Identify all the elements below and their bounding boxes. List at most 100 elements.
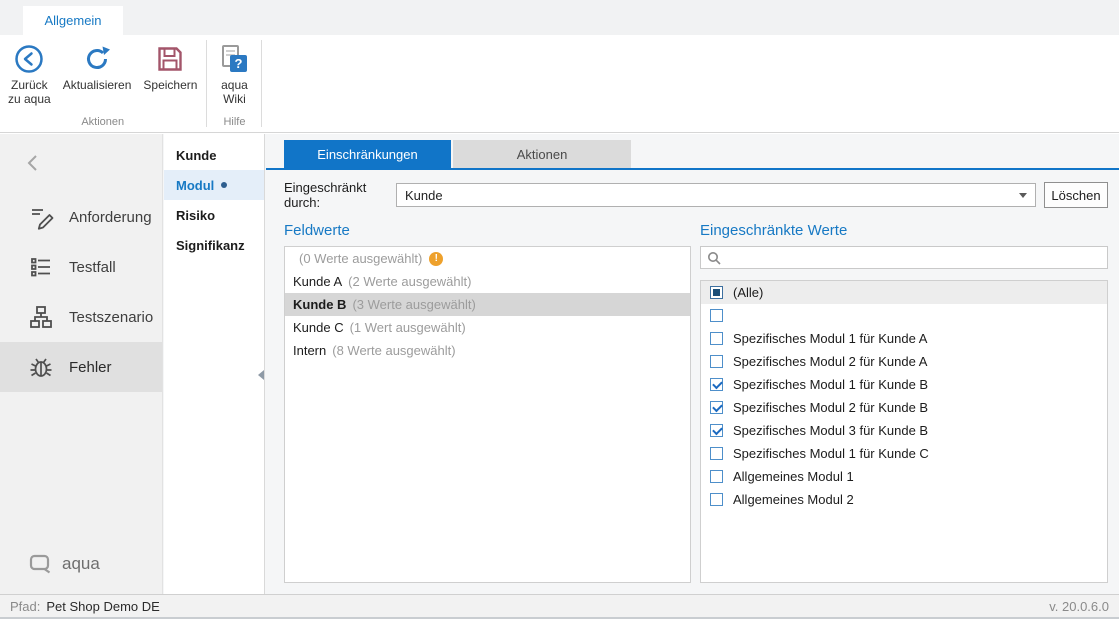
sidebar-item-fehler[interactable]: Fehler	[0, 342, 162, 392]
tab-allgemein[interactable]: Allgemein	[23, 6, 123, 35]
field-nav-item-kunde[interactable]: Kunde	[164, 140, 264, 170]
checkbox[interactable]	[710, 332, 723, 345]
werte-row[interactable]: Spezifisches Modul 2 für Kunde B	[701, 396, 1107, 419]
checkbox[interactable]	[710, 424, 723, 437]
main-area: Anforderung Testfall	[0, 134, 1119, 594]
werte-row[interactable]: Spezifisches Modul 1 für Kunde B	[701, 373, 1107, 396]
restricted-by-label: Eingeschränkt durch:	[284, 180, 396, 210]
feldwerte-count: (2 Werte ausgewählt)	[348, 274, 471, 289]
tab-strip: Einschränkungen Aktionen	[266, 140, 1119, 170]
feldwerte-name: Intern	[293, 343, 326, 358]
delete-button[interactable]: Löschen	[1044, 182, 1108, 208]
checkbox[interactable]	[710, 447, 723, 460]
refresh-button[interactable]: Aktualisieren	[57, 37, 138, 106]
save-button[interactable]: Speichern	[137, 37, 203, 106]
ribbon-group-aktionen: Zurückzu aqua Aktualisieren	[0, 35, 205, 132]
feldwerte-name: Kunde A	[293, 274, 342, 289]
checkbox[interactable]	[710, 493, 723, 506]
field-nav-label: Signifikanz	[176, 238, 245, 253]
ribbon-group-label-hilfe: Hilfe	[210, 116, 258, 132]
werte-label: Spezifisches Modul 3 für Kunde B	[733, 423, 928, 438]
svg-text:?: ?	[235, 56, 243, 71]
restricted-by-combobox[interactable]: Kunde	[396, 183, 1036, 207]
sidebar-item-label: Anforderung	[69, 209, 152, 226]
sidebar-item-testfall[interactable]: Testfall	[0, 242, 162, 292]
werte-label: Allgemeines Modul 1	[733, 469, 854, 484]
status-bar: Pfad: Pet Shop Demo DE v. 20.0.6.0	[0, 594, 1119, 619]
help-wiki-icon: ?	[217, 42, 251, 76]
refresh-icon	[80, 42, 114, 76]
requirement-pencil-icon	[28, 204, 54, 230]
field-nav-item-signifikanz[interactable]: Signifikanz	[164, 230, 264, 260]
checkbox[interactable]	[710, 378, 723, 391]
restriction-row: Eingeschränkt durch: Kunde Löschen	[284, 182, 1108, 208]
field-nav-item-modul[interactable]: Modul	[164, 170, 264, 200]
werte-row[interactable]	[701, 304, 1107, 327]
back-to-aqua-button[interactable]: Zurückzu aqua	[2, 37, 57, 106]
numbered-list-icon	[28, 254, 54, 280]
werte-label: Spezifisches Modul 1 für Kunde A	[733, 331, 927, 346]
ribbon-group-label-aktionen: Aktionen	[2, 116, 203, 132]
save-button-label: Speichern	[143, 78, 197, 106]
werte-panel: Eingeschränkte Werte (Alle) Spez	[700, 222, 1108, 583]
feldwerte-panel: Feldwerte (0 Werte ausgewählt) ! Kunde A…	[284, 222, 691, 583]
werte-label: Allgemeines Modul 2	[733, 492, 854, 507]
aqua-logo-icon	[28, 551, 53, 576]
feldwerte-name: Kunde B	[293, 297, 346, 312]
bug-icon	[28, 354, 54, 380]
feldwerte-row[interactable]: Kunde A (2 Werte ausgewählt)	[285, 270, 690, 293]
sidebar-item-anforderung[interactable]: Anforderung	[0, 192, 162, 242]
field-nav: Kunde Modul Risiko Signifikanz	[164, 134, 265, 594]
feldwerte-row[interactable]: (0 Werte ausgewählt) !	[285, 247, 690, 270]
chevron-down-icon	[1019, 193, 1027, 198]
chevron-left-icon	[24, 152, 42, 174]
tab-aktionen[interactable]: Aktionen	[453, 140, 631, 168]
checkbox[interactable]	[710, 355, 723, 368]
feldwerte-row[interactable]: Kunde C (1 Wert ausgewählt)	[285, 316, 690, 339]
feldwerte-count: (8 Werte ausgewählt)	[332, 343, 455, 358]
splitter-collapse-arrow[interactable]	[258, 370, 264, 380]
warning-icon: !	[429, 252, 443, 266]
search-input[interactable]	[721, 250, 1107, 265]
modified-dot-icon	[221, 182, 227, 188]
field-nav-label: Kunde	[176, 148, 216, 163]
feldwerte-count: (3 Werte ausgewählt)	[352, 297, 475, 312]
feldwerte-name: Kunde C	[293, 320, 344, 335]
sidebar-item-testszenario[interactable]: Testszenario	[0, 292, 162, 342]
checkbox[interactable]	[710, 470, 723, 483]
checkbox-alle[interactable]	[710, 286, 723, 299]
feldwerte-row[interactable]: Intern (8 Werte ausgewählt)	[285, 339, 690, 362]
refresh-button-label: Aktualisieren	[63, 78, 132, 106]
content-area: Einschränkungen Aktionen Eingeschränkt d…	[266, 134, 1119, 594]
sidebar-collapse-button[interactable]	[24, 152, 42, 174]
feldwerte-count: (0 Werte ausgewählt)	[299, 251, 422, 266]
search-box[interactable]	[700, 246, 1108, 269]
werte-row[interactable]: Spezifisches Modul 2 für Kunde A	[701, 350, 1107, 373]
sidebar-item-label: Fehler	[69, 359, 112, 376]
field-nav-label: Risiko	[176, 208, 215, 223]
werte-row[interactable]: (Alle)	[701, 281, 1107, 304]
werte-row[interactable]: Allgemeines Modul 1	[701, 465, 1107, 488]
checkbox[interactable]	[710, 309, 723, 322]
feldwerte-row[interactable]: Kunde B (3 Werte ausgewählt)	[285, 293, 690, 316]
tab-einschraenkungen[interactable]: Einschränkungen	[284, 140, 451, 168]
ribbon-tab-strip: Allgemein	[0, 0, 1119, 35]
ribbon-separator	[206, 40, 207, 127]
werte-row[interactable]: Allgemeines Modul 2	[701, 488, 1107, 511]
checkbox[interactable]	[710, 401, 723, 414]
ribbon-group-hilfe: ? aquaWiki Hilfe	[208, 35, 260, 132]
sidebar: Anforderung Testfall	[0, 134, 163, 594]
version-label: v. 20.0.6.0	[1049, 599, 1109, 614]
werte-title: Eingeschränkte Werte	[700, 222, 1108, 242]
werte-label: Spezifisches Modul 2 für Kunde A	[733, 354, 927, 369]
aqua-logo: aqua	[28, 551, 100, 576]
field-nav-item-risiko[interactable]: Risiko	[164, 200, 264, 230]
werte-row[interactable]: Spezifisches Modul 1 für Kunde C	[701, 442, 1107, 465]
werte-row[interactable]: Spezifisches Modul 3 für Kunde B	[701, 419, 1107, 442]
back-icon	[12, 42, 46, 76]
werte-row[interactable]: Spezifisches Modul 1 für Kunde A	[701, 327, 1107, 350]
werte-label: Spezifisches Modul 1 für Kunde C	[733, 446, 929, 461]
sidebar-nav: Anforderung Testfall	[0, 192, 162, 392]
save-icon	[153, 42, 187, 76]
aqua-wiki-button[interactable]: ? aquaWiki	[210, 37, 258, 106]
